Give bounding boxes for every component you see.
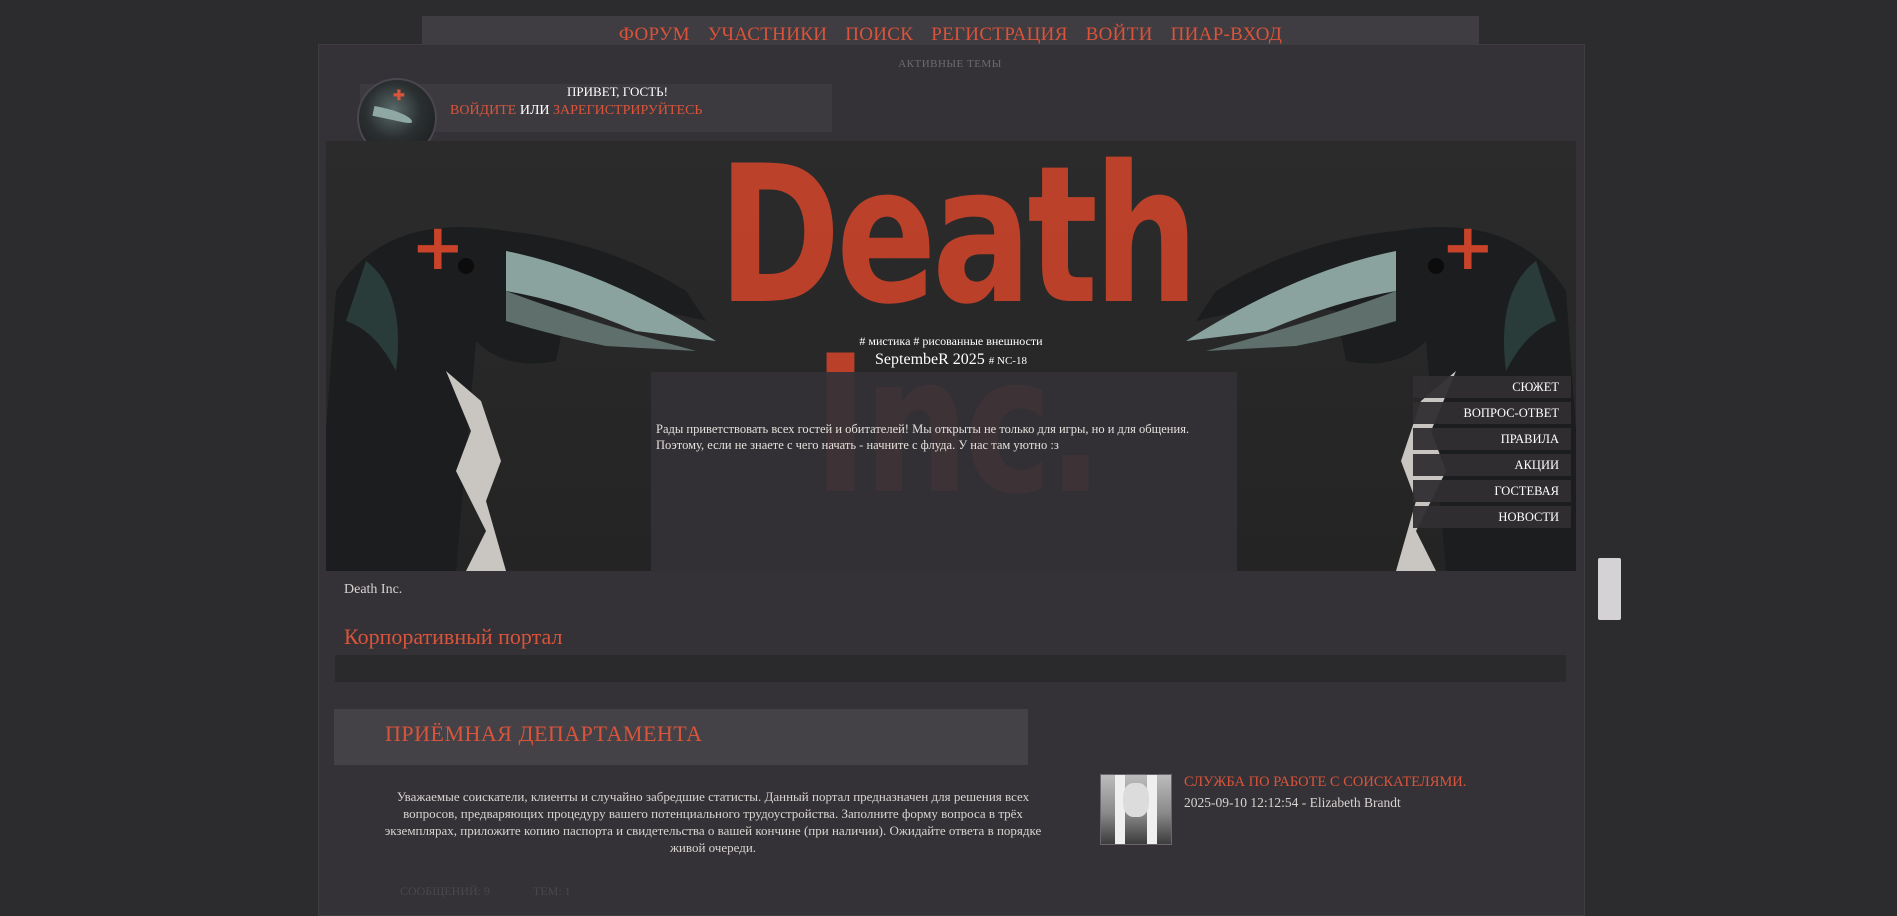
nav-members-link[interactable]: УЧАСТНИКИ [708, 24, 827, 46]
breadcrumb[interactable]: Death Inc. [344, 582, 402, 598]
avatar-face [1123, 783, 1149, 817]
category-bar [335, 655, 1566, 682]
register-link[interactable]: ЗАРЕГИСТРИРУЙТЕСЬ [553, 103, 702, 118]
side-menu-rules[interactable]: ПРАВИЛА [1413, 428, 1571, 450]
nav-search-link[interactable]: ПОИСК [845, 24, 913, 46]
side-menu-guestbook[interactable]: ГОСТЕВАЯ [1413, 480, 1571, 502]
forum-section-description: Уважаемые соискатели, клиенты и случайно… [384, 789, 1042, 855]
banner-date: SeptembeR 2025 [875, 351, 985, 368]
nav-login-link[interactable]: ВОЙТИ [1086, 24, 1153, 46]
nav-forum-link[interactable]: ФОРУМ [619, 24, 690, 46]
banner-date-line: SeptembeR 2025 # NC-18 [326, 351, 1576, 369]
side-menu-plot[interactable]: СЮЖЕТ [1413, 376, 1571, 398]
last-post-meta: 2025-09-10 12:12:54 - Elizabeth Brandt [1184, 795, 1401, 810]
last-post-avatar [1100, 774, 1172, 845]
avatar-hair-right [1147, 775, 1157, 844]
guest-login-line: ВОЙДИТЕ ИЛИ ЗАРЕГИСТРИРУЙТЕСЬ [450, 103, 702, 119]
side-menu-news[interactable]: НОВОСТИ [1413, 506, 1571, 528]
banner-tags: # мистика # рисованные внешности [859, 334, 1043, 348]
side-menu-faq[interactable]: ВОПРОС-ОТВЕТ [1413, 402, 1571, 424]
banner-side-menu: СЮЖЕТ ВОПРОС-ОТВЕТ ПРАВИЛА АКЦИИ ГОСТЕВА… [1413, 376, 1571, 532]
cross-icon: ✚ [393, 89, 405, 104]
scrollbar-thumb[interactable] [1598, 558, 1621, 620]
login-link[interactable]: ВОЙДИТЕ [450, 103, 516, 118]
guest-greeting: ПРИВЕТ, ГОСТЬ! [567, 84, 668, 99]
banner-cross-right-icon: + [1441, 211, 1495, 285]
or-text: ИЛИ [516, 103, 554, 118]
banner-cross-left-icon: + [411, 211, 465, 285]
category-title: Корпоративный портал [344, 624, 563, 649]
forum-section-stats: СООБЩЕНИЙ: 9 ТЕМ: 1 [400, 884, 611, 899]
topics-count: ТЕМ: 1 [533, 884, 571, 898]
last-post-topic-link[interactable]: СЛУЖБА ПО РАБОТЕ С СОИСКАТЕЛЯМИ. [1184, 774, 1466, 791]
welcome-box [651, 372, 1237, 572]
active-topics-link[interactable]: АКТИВНЫЕ ТЕМЫ [860, 58, 1040, 70]
nav-register-link[interactable]: РЕГИСТРАЦИЯ [931, 24, 1067, 46]
forum-section-title[interactable]: ПРИЁМНАЯ ДЕПАРТАМЕНТА [385, 721, 703, 747]
side-menu-promotions[interactable]: АКЦИИ [1413, 454, 1571, 476]
posts-count: СООБЩЕНИЙ: 9 [400, 884, 490, 898]
banner-rating: # NC-18 [988, 355, 1027, 367]
raven-beak-icon [372, 105, 414, 125]
nav-pr-login-link[interactable]: ПИАР-ВХОД [1171, 24, 1282, 46]
welcome-text: Рады приветствовать всех гостей и обитат… [656, 422, 1190, 452]
